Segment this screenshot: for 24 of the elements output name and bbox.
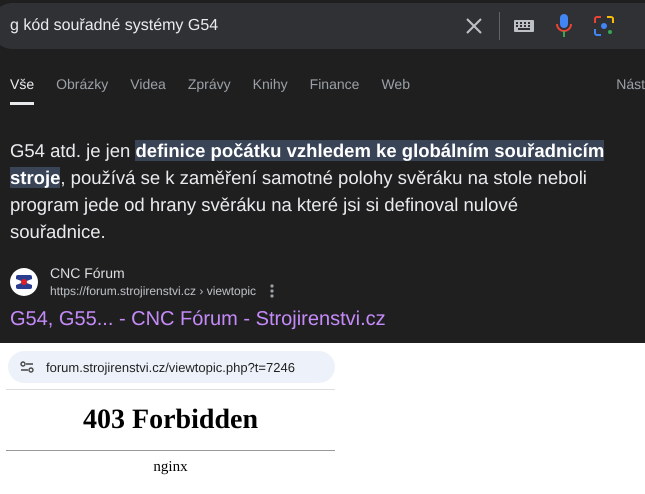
site-logo-icon xyxy=(10,268,38,296)
search-tab[interactable]: Zprávy xyxy=(188,75,231,105)
result-title-link[interactable]: G54, G55... - CNC Fórum - Strojirenstvi.cz xyxy=(10,308,645,331)
address-bar[interactable]: forum.strojirenstvi.cz/viewtopic.php?t=7246 xyxy=(8,351,335,383)
camera-icon[interactable] xyxy=(594,16,614,36)
search-tab[interactable]: Web xyxy=(381,75,410,105)
site-settings-icon[interactable] xyxy=(20,361,34,373)
answer-snippet: G54 atd. je jen definice počátku vzhledem ke globálním souřadnicím stroje, používá se k zaměření samotné polohy svěráku na stole neboli program jede od hrany svěráku na které jsi si definoval nulové souřadnice. xyxy=(9,139,606,244)
keyboard-icon[interactable] xyxy=(514,20,534,32)
search-tab[interactable]: Obrázky xyxy=(56,75,108,105)
search-bar[interactable]: g kód souřadné systémy G54 xyxy=(0,3,645,49)
search-field[interactable]: g kód souřadné systémy G54 xyxy=(10,17,465,35)
error-heading: 403 Forbidden xyxy=(82,404,260,436)
site-url: https://forum.strojirenstvi.cz › viewtopic xyxy=(50,284,256,298)
search-tab[interactable]: Videa xyxy=(130,75,166,105)
search-tab[interactable]: Vše xyxy=(10,75,34,105)
search-tab[interactable]: Finance xyxy=(310,75,360,105)
microphone-icon[interactable] xyxy=(556,14,572,38)
more-options-icon[interactable] xyxy=(270,284,274,298)
server-name: nginx xyxy=(152,459,189,476)
site-name: CNC Fórum xyxy=(50,265,126,281)
search-tab[interactable]: Nást xyxy=(616,75,645,105)
close-icon[interactable] xyxy=(465,17,483,35)
search-tab[interactable]: Knihy xyxy=(252,75,288,105)
